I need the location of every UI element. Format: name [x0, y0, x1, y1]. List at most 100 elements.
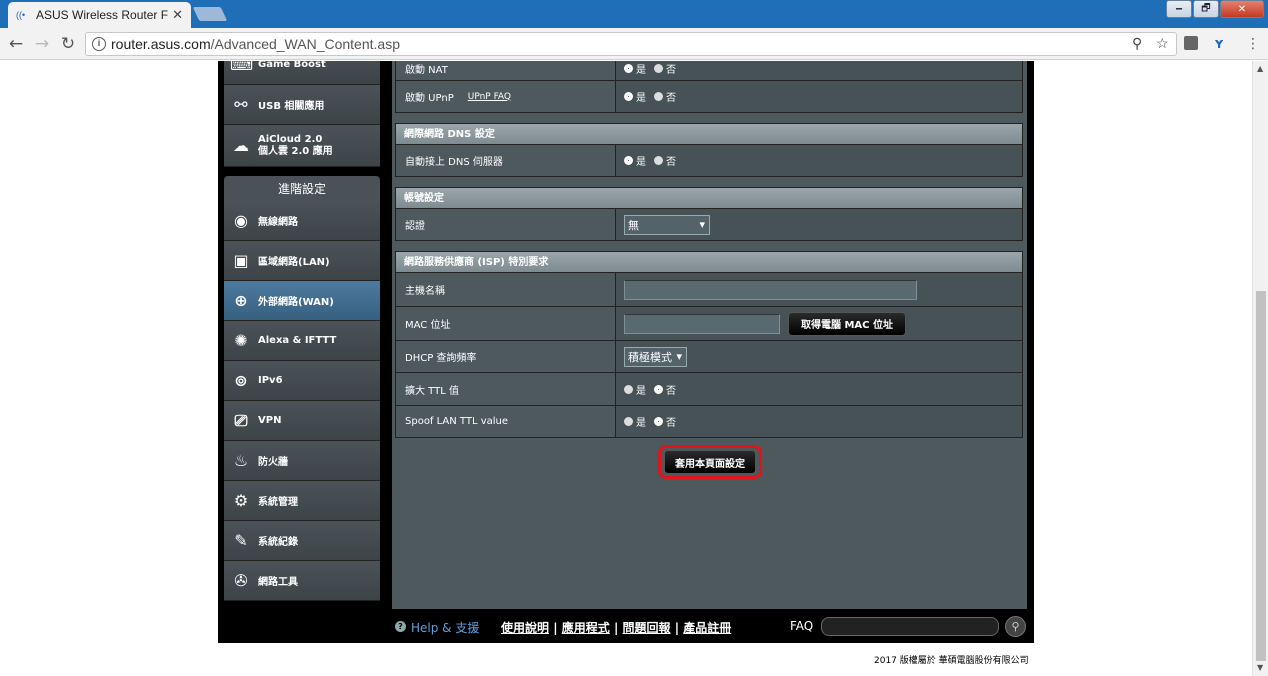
sidebar-item-wan[interactable]: ⊕ 外部網路(WAN) [224, 281, 380, 321]
faq-label: FAQ [790, 619, 814, 633]
ipv6-icon: ⊚ [234, 370, 248, 390]
ttl-row: 擴大 TTL 值 是 否 [396, 372, 1022, 405]
menu-dots-icon[interactable]: ⋮ [1246, 36, 1260, 52]
sidebar-item-game-boost[interactable]: ⌨ Game Boost [224, 61, 380, 85]
dns-yes-radio[interactable]: 是 [624, 153, 646, 168]
nat-label: 啟動 NAT [396, 61, 616, 80]
vpn-icon: ⎚ [234, 410, 248, 430]
nat-row: 啟動 NAT 是 否 [396, 61, 1022, 80]
nat-yes-radio[interactable]: 是 [624, 61, 646, 76]
tab-close-icon[interactable]: ✕ [172, 7, 183, 23]
upnp-faq-link[interactable]: UPnP FAQ [468, 92, 511, 102]
ttl-label: 擴大 TTL 值 [396, 373, 616, 405]
upnp-label-cell: 啟動 UPnP UPnP FAQ [396, 81, 616, 112]
zoom-icon[interactable]: ⚲ [1132, 35, 1142, 52]
upnp-value: 是 否 [616, 81, 1022, 112]
sidebar-item-vpn[interactable]: ⎚ VPN [224, 401, 380, 441]
isp-table: 網路服務供應商 (ISP) 特別要求 主機名稱 MAC 位址 取得電腦 MAC … [395, 251, 1023, 438]
dns-table: 網際網路 DNS 設定 自動接上 DNS 伺服器 是 否 [395, 123, 1023, 177]
new-tab-button[interactable] [192, 7, 228, 21]
sidebar-item-lan[interactable]: ▣ 區域網路(LAN) [224, 241, 380, 281]
sidebar-item-label: IPv6 [258, 375, 283, 386]
sidebar-item-tools[interactable]: ✇ 網路工具 [224, 561, 380, 601]
alexa-icon: ✺ [234, 330, 248, 350]
sidebar-item-label: Alexa & IFTTT [258, 335, 337, 346]
tab-title: ASUS Wireless Router F [36, 8, 169, 22]
minimize-button[interactable]: 🗕 [1166, 0, 1192, 18]
mac-input[interactable] [624, 313, 780, 334]
ttl-value: 是 否 [616, 373, 1022, 405]
footer-link-apps[interactable]: 應用程式 [562, 621, 610, 635]
gamepad-icon: ⌨ [230, 61, 254, 74]
sidebar-item-label: Game Boost [258, 61, 326, 70]
sidebar-item-label: AiCloud 2.0 個人雲 2.0 應用 [258, 133, 333, 157]
hostname-row: 主機名稱 [396, 273, 1022, 306]
wan-basic-table: 啟動 NAT 是 否 啟動 UPnP UPnP FAQ 是 否 [395, 61, 1023, 113]
page-scrollbar[interactable]: ▲ ▼ [1252, 61, 1268, 676]
dns-no-radio[interactable]: 否 [654, 153, 676, 168]
nat-no-radio[interactable]: 否 [654, 61, 676, 76]
copyright-text: 2017 版權屬於 華碩電腦股份有限公司 [874, 656, 1029, 666]
spoof-ttl-value: 是 否 [616, 406, 1022, 437]
scroll-down-icon[interactable]: ▼ [1257, 663, 1263, 672]
extension-bird-icon[interactable]: ʏ [1214, 36, 1224, 52]
sidebar-item-aicloud[interactable]: ☁ AiCloud 2.0 個人雲 2.0 應用 [224, 125, 380, 167]
bookmark-star-icon[interactable]: ☆ [1156, 35, 1169, 52]
extension-icon[interactable] [1184, 36, 1198, 50]
sidebar-item-log[interactable]: ✎ 系統紀錄 [224, 521, 380, 561]
reload-icon[interactable]: ↻ [58, 34, 78, 54]
close-window-button[interactable]: ✕ [1220, 0, 1264, 18]
faq-search-input[interactable] [821, 617, 999, 636]
help-icon: ? [395, 621, 406, 632]
footer-link-register[interactable]: 產品註冊 [683, 621, 731, 635]
spoof-no-radio[interactable]: 否 [654, 414, 676, 429]
main-content: 啟動 NAT 是 否 啟動 UPnP UPnP FAQ 是 否 網際網路 DNS … [392, 61, 1027, 609]
ttl-yes-radio[interactable]: 是 [624, 382, 646, 397]
scroll-up-icon[interactable]: ▲ [1257, 64, 1263, 73]
mac-clone-button[interactable]: 取得電腦 MAC 位址 [788, 311, 906, 336]
upnp-yes-radio[interactable]: 是 [624, 89, 646, 104]
hostname-input[interactable] [624, 279, 917, 300]
radio-dot [654, 417, 663, 426]
dhcp-row: DHCP 查詢頻率 積極模式 ▾ [396, 340, 1022, 372]
scroll-thumb[interactable] [1256, 291, 1266, 661]
help-support-link[interactable]: Help & 支援 [411, 619, 479, 636]
info-icon[interactable]: i [92, 37, 106, 51]
sidebar-item-label: 防火牆 [258, 457, 288, 468]
footer-link-manual[interactable]: 使用說明 [501, 621, 549, 635]
footer-link-feedback[interactable]: 問題回報 [623, 621, 671, 635]
back-arrow-icon[interactable]: ← [6, 34, 26, 54]
mac-label: MAC 位址 [396, 307, 616, 340]
sidebar-item-firewall[interactable]: ♨ 防火牆 [224, 441, 380, 481]
url-host: router.asus.com [111, 36, 211, 52]
wifi-icon: ◉ [234, 210, 248, 230]
browser-toolbar: ← → ↻ i router.asus.com/Advanced_WAN_Con… [0, 28, 1268, 60]
dhcp-select[interactable]: 積極模式 ▾ [624, 346, 687, 367]
radio-dot [654, 156, 663, 165]
browser-tab[interactable]: ((• ASUS Wireless Router F ✕ [8, 2, 191, 28]
chevron-down-icon: ▾ [676, 350, 682, 363]
ttl-no-radio[interactable]: 否 [654, 382, 676, 397]
auth-select[interactable]: 無 ▾ [624, 214, 710, 235]
sidebar-item-label: 外部網路(WAN) [258, 297, 334, 308]
apply-highlight: 套用本頁面設定 [658, 445, 762, 479]
upnp-no-radio[interactable]: 否 [654, 89, 676, 104]
sidebar-item-admin[interactable]: ⚙ 系統管理 [224, 481, 380, 521]
search-icon[interactable]: ⚲ [1005, 616, 1026, 637]
radio-dot [624, 156, 633, 165]
sidebar-item-label: VPN [258, 415, 282, 426]
sidebar-item-ipv6[interactable]: ⊚ IPv6 [224, 361, 380, 401]
sidebar-item-usb[interactable]: ⚯ USB 相關應用 [224, 85, 380, 125]
radio-dot [624, 92, 633, 101]
sidebar-item-wireless[interactable]: ◉ 無線網路 [224, 201, 380, 241]
sidebar-item-alexa[interactable]: ✺ Alexa & IFTTT [224, 321, 380, 361]
forward-arrow-icon[interactable]: → [32, 34, 52, 54]
radio-dot [624, 64, 633, 73]
apply-button[interactable]: 套用本頁面設定 [664, 450, 756, 474]
dns-section-header: 網際網路 DNS 設定 [396, 124, 1022, 145]
address-bar[interactable]: i router.asus.com/Advanced_WAN_Content.a… [85, 32, 1177, 56]
mac-value: 取得電腦 MAC 位址 [616, 307, 1022, 340]
auth-label: 認證 [396, 209, 616, 240]
spoof-yes-radio[interactable]: 是 [624, 414, 646, 429]
restore-button[interactable]: 🗗 [1193, 0, 1219, 18]
